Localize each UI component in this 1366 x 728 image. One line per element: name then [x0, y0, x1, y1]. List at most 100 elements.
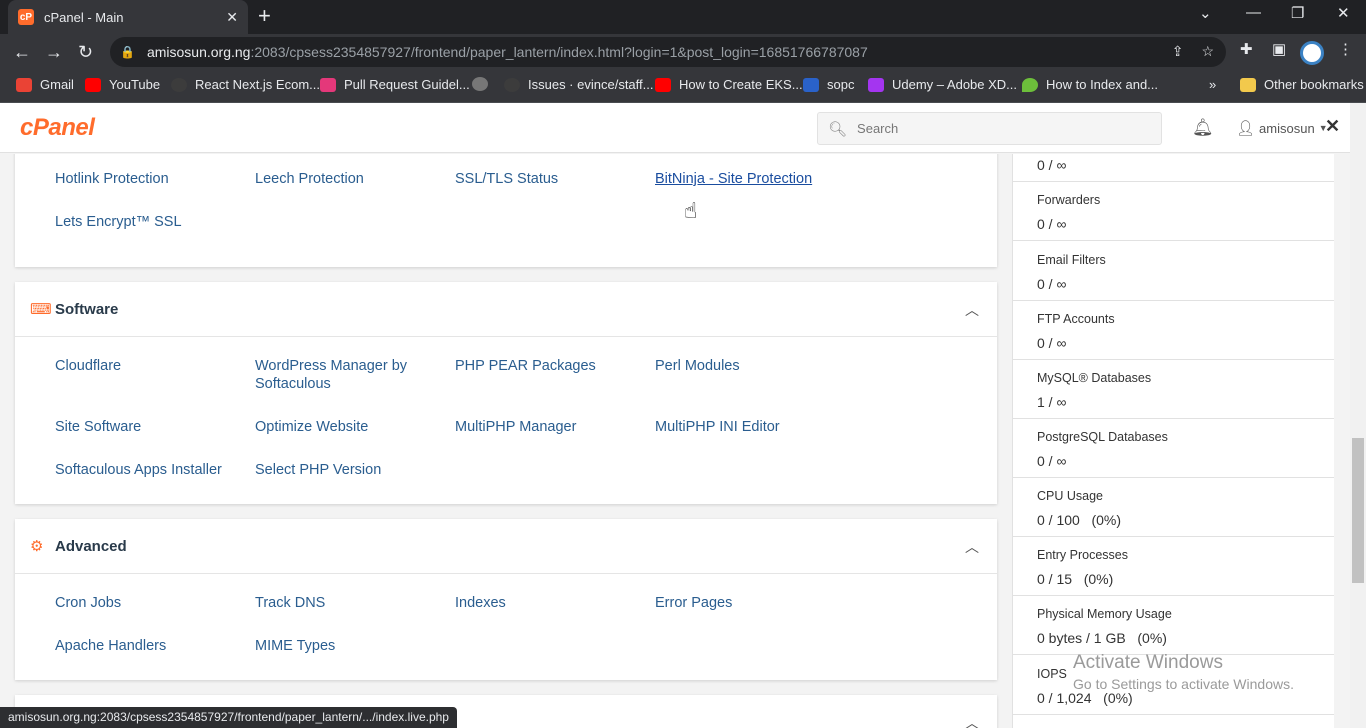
advanced-header[interactable]: ⚙ Advanced ︿ — [15, 519, 997, 574]
wordpress-manager-link[interactable]: WordPress Manager by Softaculous — [255, 357, 440, 393]
bookmark-item[interactable]: React Next.js Ecom... — [171, 77, 320, 92]
chevron-up-icon[interactable]: ︿ — [965, 537, 979, 557]
multiphp-ini-editor-link[interactable]: MultiPHP INI Editor — [655, 418, 840, 436]
cpanel-header: cPanel 🔍︎ 🔔︎ 👤︎ amisosun ▼ ✕ — [0, 103, 1350, 153]
user-icon: 👤︎ — [1236, 120, 1256, 137]
stat-value: 1 / ∞ — [1037, 394, 1067, 410]
stat-label[interactable]: CPU Usage — [1037, 489, 1103, 503]
username: amisosun — [1259, 120, 1315, 136]
stat-label[interactable]: FTP Accounts — [1037, 312, 1115, 326]
softaculous-link[interactable]: Softaculous Apps Installer — [55, 461, 240, 479]
bookmark-item[interactable] — [472, 77, 496, 91]
folder-icon — [1240, 77, 1256, 92]
error-pages-link[interactable]: Error Pages — [655, 594, 840, 612]
gears-icon: ⚙ — [30, 538, 44, 555]
hotlink-protection-link[interactable]: Hotlink Protection — [55, 170, 240, 188]
search-box[interactable]: 🔍︎ — [817, 112, 1162, 145]
sopc-icon — [803, 77, 819, 92]
browser-tab[interactable]: cP cPanel - Main ✕ — [8, 0, 248, 34]
software-header[interactable]: ⌨︎ Software ︿ — [15, 282, 997, 337]
leech-protection-link[interactable]: Leech Protection — [255, 170, 440, 188]
lets-encrypt-link[interactable]: Lets Encrypt™ SSL — [55, 213, 240, 231]
stat-label[interactable]: Forwarders — [1037, 193, 1100, 207]
select-php-version-link[interactable]: Select PHP Version — [255, 461, 440, 479]
side-panel-icon[interactable]: ▣ — [1272, 40, 1286, 58]
lock-icon[interactable]: 🔒 — [120, 45, 135, 59]
back-icon[interactable]: ← — [13, 40, 31, 64]
stat-value: 0 / ∞ — [1037, 216, 1067, 232]
stat-row: MySQL® Databases 1 / ∞ — [1013, 360, 1334, 419]
bookmark-item[interactable]: YouTube — [85, 77, 160, 92]
browser-menu-icon[interactable]: ⋮ — [1338, 40, 1353, 58]
page-scrollbar[interactable] — [1350, 103, 1366, 728]
perl-modules-link[interactable]: Perl Modules — [655, 357, 840, 375]
search-input[interactable] — [857, 121, 1148, 136]
new-tab-button[interactable]: + — [258, 4, 271, 28]
github-icon — [171, 77, 187, 92]
cloudflare-link[interactable]: Cloudflare — [55, 357, 240, 375]
address-bar[interactable]: 🔒 amisosun.org.ng:2083/cpsess2354857927/… — [110, 37, 1226, 67]
profile-avatar[interactable] — [1300, 41, 1324, 65]
page-icon — [320, 77, 336, 92]
apache-handlers-link[interactable]: Apache Handlers — [55, 637, 240, 655]
close-icon[interactable]: ✕ — [1325, 116, 1340, 137]
multiphp-manager-link[interactable]: MultiPHP Manager — [455, 418, 640, 436]
minimize-icon[interactable]: — — [1246, 4, 1261, 21]
chevron-up-icon[interactable]: ︿ — [965, 713, 979, 728]
bookmark-item[interactable]: Udemy – Adobe XD... — [868, 77, 1017, 92]
stat-label[interactable]: Entry Processes — [1037, 548, 1128, 562]
stat-label[interactable]: Physical Memory Usage — [1037, 607, 1172, 621]
bookmark-item[interactable]: Issues · evince/staff... — [504, 77, 653, 92]
share-icon[interactable]: ⇪ — [1172, 43, 1184, 60]
tab-close-icon[interactable]: ✕ — [226, 9, 238, 26]
bell-icon[interactable]: 🔔︎ — [1192, 118, 1214, 138]
forward-icon[interactable]: → — [45, 40, 63, 64]
bookmark-label: How to Index and... — [1046, 77, 1159, 92]
stat-value: 0 / ∞ — [1037, 276, 1067, 292]
optimize-website-link[interactable]: Optimize Website — [255, 418, 440, 436]
bookmark-item[interactable]: sopc — [803, 77, 854, 92]
stat-value: 0 bytes / 1 GB (0%) — [1037, 630, 1167, 646]
site-software-link[interactable]: Site Software — [55, 418, 240, 436]
bookmark-label: YouTube — [109, 77, 161, 92]
more-bookmarks-button[interactable]: » — [1209, 77, 1216, 92]
main-content: Hotlink Protection Leech Protection SSL/… — [0, 154, 1012, 728]
stat-label[interactable]: MySQL® Databases — [1037, 371, 1151, 385]
other-bookmarks-folder[interactable]: Other bookmarks — [1240, 77, 1364, 92]
stat-label[interactable]: IOPS — [1037, 667, 1067, 681]
mime-types-link[interactable]: MIME Types — [255, 637, 440, 655]
bookmark-item[interactable]: How to Create EKS... — [655, 77, 803, 92]
restore-icon[interactable]: ❐ — [1291, 4, 1304, 22]
user-menu[interactable]: 👤︎ amisosun ▼ — [1236, 119, 1328, 137]
tab-search-icon[interactable]: ⌄ — [1199, 4, 1212, 22]
url-path: :2083/cpsess2354857927/frontend/paper_la… — [250, 44, 868, 60]
bookmark-star-icon[interactable]: ☆ — [1201, 43, 1214, 60]
watermark-line1: Activate Windows — [1073, 652, 1223, 673]
github-icon — [504, 77, 520, 92]
stat-row: Email Filters 0 / ∞ — [1013, 242, 1334, 301]
close-window-icon[interactable]: ✕ — [1337, 4, 1350, 22]
chevron-up-icon[interactable]: ︿ — [965, 300, 979, 320]
stat-label[interactable]: Email Filters — [1037, 253, 1106, 267]
stat-value: 0 / ∞ — [1037, 453, 1067, 469]
indexes-link[interactable]: Indexes — [455, 594, 640, 612]
watermark-line2: Go to Settings to activate Windows. — [1073, 676, 1294, 692]
reload-icon[interactable]: ↻ — [78, 40, 93, 64]
bookmark-item[interactable]: Gmail — [16, 77, 74, 92]
stat-label[interactable]: PostgreSQL Databases — [1037, 430, 1168, 444]
hand-cursor-icon: ☝︎ — [684, 198, 698, 223]
extensions-icon[interactable]: ✚ — [1240, 40, 1253, 58]
bookmark-label: Other bookmarks — [1264, 77, 1364, 92]
scrollbar-thumb[interactable] — [1352, 438, 1364, 583]
track-dns-link[interactable]: Track DNS — [255, 594, 440, 612]
security-panel: Hotlink Protection Leech Protection SSL/… — [15, 154, 997, 267]
bookmark-item[interactable]: How to Index and... — [1022, 77, 1158, 92]
cpanel-logo[interactable]: cPanel — [20, 114, 95, 142]
bitninja-link[interactable]: BitNinja - Site Protection — [655, 170, 855, 188]
cron-jobs-link[interactable]: Cron Jobs — [55, 594, 240, 612]
bookmark-item[interactable]: Pull Request Guidel... — [320, 77, 470, 92]
youtube-icon — [85, 77, 101, 92]
software-panel: ⌨︎ Software ︿ Cloudflare WordPress Manag… — [15, 282, 997, 504]
php-pear-link[interactable]: PHP PEAR Packages — [455, 357, 640, 375]
ssl-tls-status-link[interactable]: SSL/TLS Status — [455, 170, 640, 188]
